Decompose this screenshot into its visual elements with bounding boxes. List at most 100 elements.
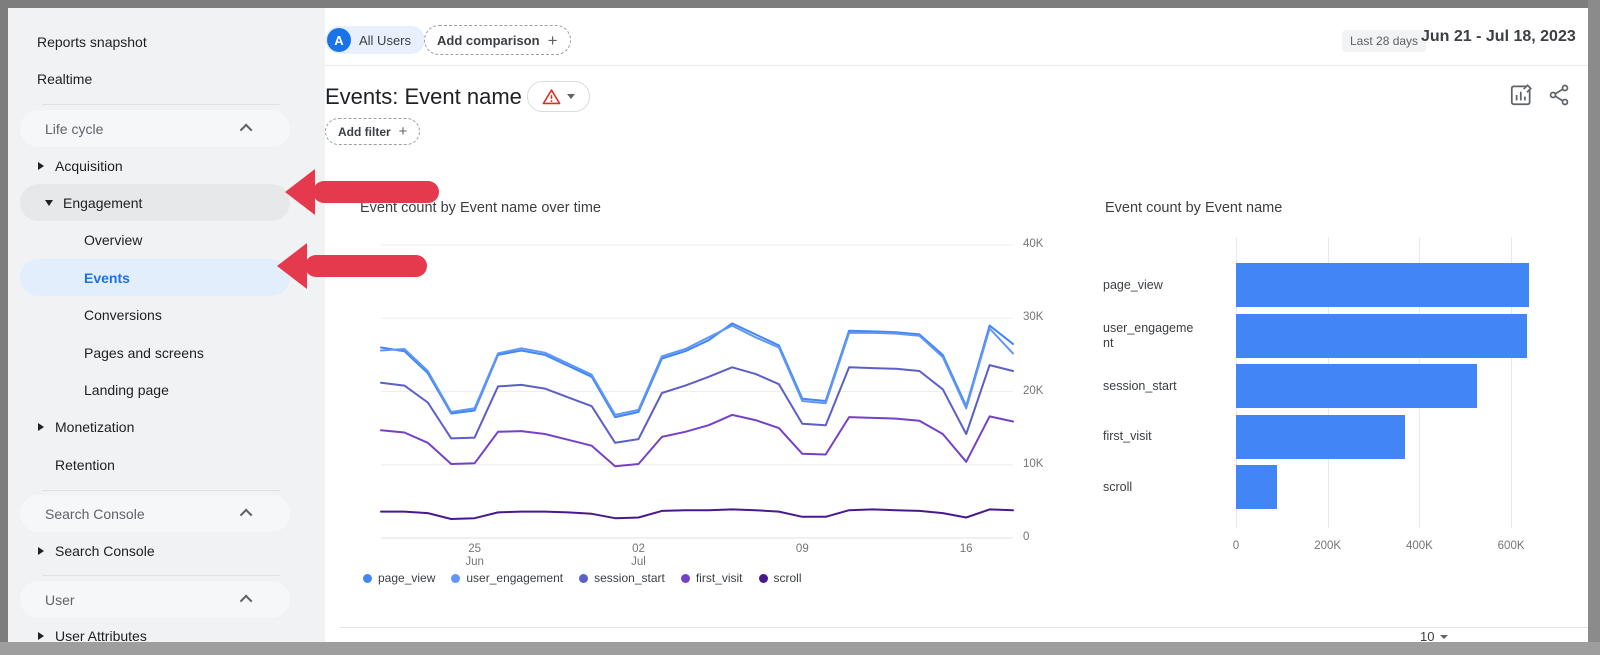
bar-chart-title: Event count by Event name bbox=[1105, 200, 1282, 216]
expand-right-icon bbox=[38, 423, 44, 431]
x-tick-label: 25Jun bbox=[450, 543, 500, 569]
sidebar-divider bbox=[42, 575, 280, 576]
bar-x-tick-label: 200K bbox=[1308, 540, 1348, 552]
legend-item-first_visit: first_visit bbox=[681, 571, 743, 585]
sidebar-item-conversions[interactable]: Conversions bbox=[8, 297, 325, 333]
sidebar-item-label: Engagement bbox=[20, 195, 142, 211]
y-tick-label: 20K bbox=[1023, 385, 1043, 397]
sidebar-item-label: Reports snapshot bbox=[8, 34, 147, 50]
x-tick-label: 02Jul bbox=[613, 543, 663, 569]
legend-dot bbox=[759, 574, 768, 583]
sidebar-item-label: Conversions bbox=[8, 307, 162, 323]
sidebar-item-label: Events bbox=[20, 270, 130, 286]
bar-category-label: user_engagement bbox=[1103, 314, 1200, 358]
share-icon[interactable] bbox=[1546, 82, 1572, 108]
date-range-picker[interactable]: Jun 21 - Jul 18, 2023 bbox=[1421, 28, 1576, 46]
date-preset-badge: Last 28 days bbox=[1342, 30, 1426, 52]
bar-session_start bbox=[1236, 364, 1477, 408]
bar-scroll bbox=[1236, 465, 1277, 509]
caret-down-icon bbox=[567, 94, 575, 99]
page-title: Events: Event name bbox=[325, 84, 522, 110]
sidebar-item-realtime[interactable]: Realtime bbox=[8, 61, 325, 97]
y-tick-label: 30K bbox=[1023, 311, 1043, 323]
plus-icon: + bbox=[399, 124, 408, 139]
sidebar-item-acquisition[interactable]: Acquisition bbox=[8, 148, 325, 184]
legend-item-user_engagement: user_engagement bbox=[451, 571, 563, 585]
audience-chip-all-users[interactable]: A All Users bbox=[325, 26, 425, 54]
add-filter-label: Add filter bbox=[338, 125, 391, 139]
data-quality-dropdown[interactable] bbox=[527, 81, 590, 112]
expand-down-icon bbox=[45, 200, 53, 206]
sidebar-item-pages-and-screens[interactable]: Pages and screens bbox=[8, 335, 325, 371]
bar-user_engagement bbox=[1236, 314, 1527, 358]
sidebar-item-overview[interactable]: Overview bbox=[8, 222, 325, 258]
sidebar-item-reports-snapshot[interactable]: Reports snapshot bbox=[8, 24, 325, 60]
chevron-up-icon bbox=[240, 509, 253, 522]
legend-dot bbox=[451, 574, 460, 583]
legend-dot bbox=[681, 574, 690, 583]
section-label: Search Console bbox=[20, 506, 145, 522]
chevron-up-icon bbox=[240, 124, 253, 137]
sidebar-section-user[interactable]: User bbox=[20, 581, 290, 618]
window-frame-top bbox=[0, 0, 1600, 8]
customize-report-icon[interactable] bbox=[1508, 82, 1534, 108]
x-tick-label: 09 bbox=[777, 543, 827, 556]
add-comparison-button[interactable]: Add comparison + bbox=[424, 25, 571, 55]
line-chart-canvas bbox=[381, 237, 1013, 542]
audience-chip-label: All Users bbox=[359, 33, 411, 48]
sidebar-item-search-console[interactable]: Search Console bbox=[8, 533, 325, 569]
legend-dot bbox=[363, 574, 372, 583]
y-tick-label: 10K bbox=[1023, 458, 1043, 470]
legend-item-session_start: session_start bbox=[579, 571, 665, 585]
bar-x-tick-label: 400K bbox=[1399, 540, 1439, 552]
header-divider bbox=[323, 65, 1600, 66]
y-tick-label: 40K bbox=[1023, 238, 1043, 250]
bar-first_visit bbox=[1236, 415, 1405, 459]
sidebar-item-events[interactable]: Events bbox=[20, 259, 290, 296]
sidebar-item-label: Retention bbox=[8, 457, 115, 473]
bar-category-label: first_visit bbox=[1103, 415, 1200, 459]
sidebar-item-label: Realtime bbox=[8, 71, 92, 87]
bar-category-label: scroll bbox=[1103, 465, 1200, 509]
sidebar-section-lifecycle[interactable]: Life cycle bbox=[20, 110, 290, 147]
warning-triangle-icon bbox=[542, 88, 561, 105]
window-frame-left bbox=[0, 0, 8, 655]
table-top-divider bbox=[340, 627, 1588, 628]
sidebar-item-label: Acquisition bbox=[8, 158, 123, 174]
sidebar-divider bbox=[42, 104, 280, 105]
line-chart-title: Event count by Event name over time bbox=[360, 200, 601, 216]
section-label: Life cycle bbox=[20, 121, 103, 137]
sidebar-item-label: Pages and screens bbox=[8, 345, 204, 361]
line-chart-legend: page_view user_engagement session_start fir… bbox=[363, 571, 802, 585]
sidebar-item-retention[interactable]: Retention bbox=[8, 447, 325, 483]
avatar: A bbox=[327, 28, 351, 52]
legend-item-page_view: page_view bbox=[363, 571, 435, 585]
sidebar-divider bbox=[42, 490, 280, 491]
plus-icon: + bbox=[548, 32, 558, 49]
sidebar-item-landing-page[interactable]: Landing page bbox=[8, 372, 325, 408]
caret-down-icon bbox=[1440, 635, 1448, 639]
sidebar-section-search-console[interactable]: Search Console bbox=[20, 495, 290, 532]
sidebar-item-label: Monetization bbox=[8, 419, 134, 435]
sidebar-item-engagement[interactable]: Engagement bbox=[20, 184, 290, 221]
expand-right-icon bbox=[38, 632, 44, 640]
bar-page_view bbox=[1236, 263, 1529, 307]
sidebar-item-monetization[interactable]: Monetization bbox=[8, 409, 325, 445]
add-filter-button[interactable]: Add filter + bbox=[325, 118, 420, 145]
y-tick-label: 0 bbox=[1023, 531, 1029, 543]
legend-item-scroll: scroll bbox=[759, 571, 802, 585]
window-frame-bottom bbox=[0, 642, 1600, 655]
bar-x-tick-label: 0 bbox=[1216, 540, 1256, 552]
add-comparison-label: Add comparison bbox=[437, 33, 540, 48]
bar-category-label: session_start bbox=[1103, 364, 1200, 408]
sidebar-item-label: Overview bbox=[8, 232, 142, 248]
window-frame-right bbox=[1588, 0, 1600, 655]
sidebar-item-label: Landing page bbox=[8, 382, 169, 398]
section-label: User bbox=[20, 592, 75, 608]
sidebar-item-label: Search Console bbox=[8, 543, 155, 559]
report-nav-sidebar: Reports snapshot Realtime Life cycle Acq… bbox=[8, 8, 325, 642]
expand-right-icon bbox=[38, 547, 44, 555]
legend-dot bbox=[579, 574, 588, 583]
chevron-up-icon bbox=[240, 595, 253, 608]
x-tick-label: 16 bbox=[941, 543, 991, 556]
